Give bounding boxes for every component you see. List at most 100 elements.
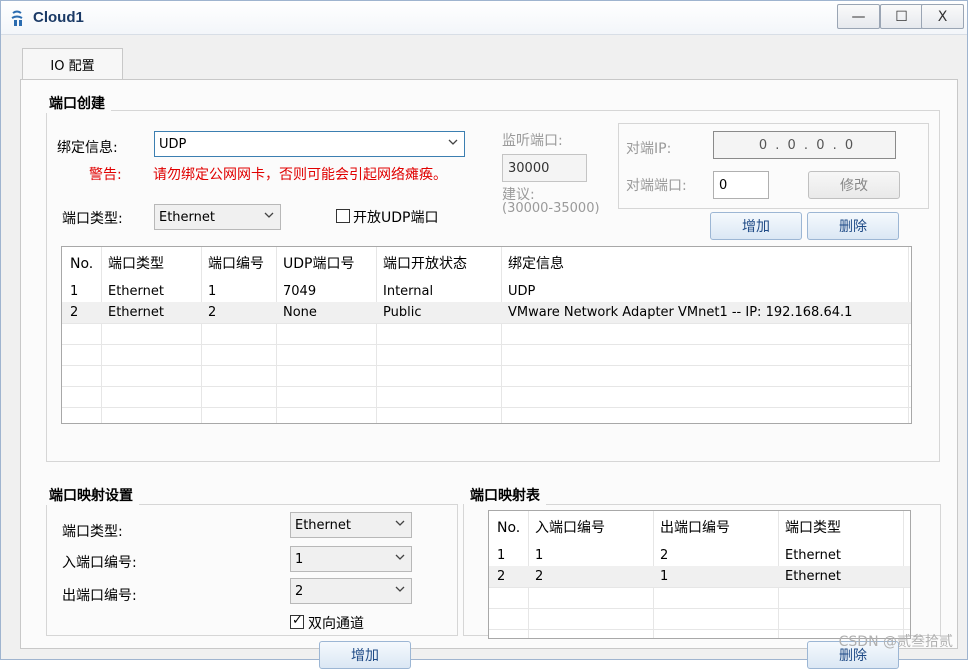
- in-port-label: 入端口编号:: [62, 555, 137, 571]
- peer-port-value: 0: [719, 177, 728, 193]
- cell-no: 2: [497, 569, 506, 584]
- bind-info-label: 绑定信息:: [57, 140, 118, 156]
- port-type-value: Ethernet: [159, 209, 215, 225]
- col-no: No.: [70, 256, 94, 272]
- cell-bind-info: UDP: [508, 284, 536, 299]
- modify-button[interactable]: 修改: [808, 171, 900, 199]
- col-port-type: 端口类型: [108, 256, 164, 272]
- col-in-port: 入端口编号: [535, 520, 605, 536]
- close-button[interactable]: X: [921, 4, 964, 29]
- cell-out-port: 1: [660, 569, 669, 584]
- map-port-type-label: 端口类型:: [62, 524, 123, 540]
- client-area: IO 配置 端口创建 绑定信息: UDP 警告: 请勿绑定公网网卡，否则可能会引…: [10, 41, 960, 669]
- peer-port-label: 对端端口:: [626, 178, 687, 194]
- port-type-select[interactable]: Ethernet: [154, 204, 281, 230]
- cell-udp-port: 7049: [283, 284, 317, 299]
- table-row[interactable]: 1 1 2 Ethernet: [489, 545, 910, 566]
- warning-label: 警告:: [89, 167, 122, 183]
- cell-out-port: 2: [660, 548, 669, 563]
- table-row[interactable]: 2 Ethernet 2 None Public VMware Network …: [62, 302, 911, 323]
- col-port-number: 端口编号: [208, 256, 264, 272]
- add-mapping-button-label: 增加: [351, 648, 379, 664]
- bidirectional-checkbox[interactable]: ✓: [290, 613, 304, 629]
- mapping-table-header: No. 入端口编号 出端口编号 端口类型: [489, 511, 910, 536]
- open-udp-label: 开放UDP端口: [353, 210, 439, 226]
- cell-open-state: Public: [383, 305, 422, 320]
- chevron-down-icon: [448, 139, 458, 145]
- table-row[interactable]: 1 Ethernet 1 7049 Internal UDP: [62, 281, 911, 302]
- cell-no: 1: [497, 548, 506, 563]
- bind-info-value: UDP: [159, 136, 187, 152]
- col-udp-port: UDP端口号: [283, 256, 355, 272]
- add-port-button-label: 增加: [742, 219, 770, 235]
- chevron-down-icon: [395, 520, 405, 526]
- map-port-type-value: Ethernet: [295, 517, 351, 533]
- peer-port-input[interactable]: 0: [713, 171, 769, 199]
- open-udp-checkbox[interactable]: [336, 209, 350, 223]
- title-bar[interactable]: Cloud1 — ☐ X: [1, 1, 967, 35]
- cloud1-window: Cloud1 — ☐ X IO 配置 端口创建 绑定信息: UDP 警告: 请勿…: [0, 0, 968, 669]
- cell-no: 2: [70, 305, 79, 320]
- maximize-button[interactable]: ☐: [880, 4, 923, 29]
- port-table-header: No. 端口类型 端口编号 UDP端口号 端口开放状态 绑定信息: [62, 247, 911, 272]
- col-bind-info: 绑定信息: [508, 256, 564, 272]
- minimize-icon: —: [851, 8, 866, 25]
- port-type-label: 端口类型:: [62, 211, 123, 227]
- port-create-title: 端口创建: [43, 93, 111, 113]
- listen-port-label: 监听端口:: [502, 133, 563, 149]
- check-icon: ✓: [292, 613, 303, 628]
- chevron-down-icon: [395, 586, 405, 592]
- bind-info-select[interactable]: UDP: [154, 131, 465, 157]
- cell-port-type: Ethernet: [108, 284, 164, 299]
- minimize-button[interactable]: —: [837, 4, 880, 29]
- add-mapping-button[interactable]: 增加: [319, 641, 411, 669]
- port-mapping-title: 端口映射设置: [43, 485, 139, 505]
- modify-button-label: 修改: [840, 178, 868, 194]
- window-title: Cloud1: [33, 9, 84, 26]
- suggest-range: (30000-35000): [502, 201, 600, 216]
- listen-port-value: 30000: [508, 160, 550, 176]
- table-row[interactable]: 2 2 1 Ethernet: [489, 566, 910, 587]
- col-no: No.: [497, 520, 521, 536]
- cell-port-type: Ethernet: [785, 548, 841, 563]
- out-port-label: 出端口编号:: [62, 588, 137, 604]
- cell-open-state: Internal: [383, 284, 434, 299]
- mapping-table-title: 端口映射表: [464, 485, 546, 505]
- mapping-table: No. 入端口编号 出端口编号 端口类型 1 1 2 Ethernet 2 2 …: [488, 510, 911, 639]
- in-port-value: 1: [295, 551, 304, 567]
- out-port-value: 2: [295, 583, 304, 599]
- col-port-type: 端口类型: [785, 520, 841, 536]
- delete-port-button[interactable]: 删除: [807, 212, 899, 240]
- port-table: No. 端口类型 端口编号 UDP端口号 端口开放状态 绑定信息 1 Ether…: [61, 246, 912, 424]
- col-out-port: 出端口编号: [660, 520, 730, 536]
- in-port-select[interactable]: 1: [290, 546, 412, 572]
- add-port-button[interactable]: 增加: [710, 212, 802, 240]
- cell-port-type: Ethernet: [108, 305, 164, 320]
- cell-port-number: 1: [208, 284, 217, 299]
- cell-in-port: 2: [535, 569, 544, 584]
- out-port-select[interactable]: 2: [290, 578, 412, 604]
- chevron-down-icon: [264, 212, 274, 218]
- map-port-type-select[interactable]: Ethernet: [290, 512, 412, 538]
- watermark-text: CSDN @贰叁拾贰: [838, 634, 953, 650]
- cell-port-number: 2: [208, 305, 217, 320]
- listen-port-input[interactable]: 30000: [502, 154, 587, 182]
- close-icon: X: [937, 8, 948, 25]
- maximize-icon: ☐: [895, 8, 908, 25]
- cell-in-port: 1: [535, 548, 544, 563]
- peer-ip-label: 对端IP:: [626, 141, 672, 157]
- cell-no: 1: [70, 284, 79, 299]
- col-open-state: 端口开放状态: [383, 256, 467, 272]
- cloud-app-icon: [11, 10, 23, 26]
- bidirectional-label: 双向通道: [308, 616, 364, 632]
- tab-io-config[interactable]: IO 配置: [22, 48, 123, 80]
- delete-port-button-label: 删除: [839, 219, 867, 235]
- cell-port-type: Ethernet: [785, 569, 841, 584]
- tab-label: IO 配置: [50, 59, 95, 74]
- chevron-down-icon: [395, 554, 405, 560]
- warning-text: 请勿绑定公网网卡，否则可能会引起网络瘫痪。: [153, 167, 447, 183]
- peer-ip-input[interactable]: 0 . 0 . 0 . 0: [713, 131, 896, 159]
- cell-udp-port: None: [283, 305, 317, 320]
- peer-ip-value: 0 . 0 . 0 . 0: [758, 137, 856, 153]
- cell-bind-info: VMware Network Adapter VMnet1 -- IP: 192…: [508, 305, 853, 320]
